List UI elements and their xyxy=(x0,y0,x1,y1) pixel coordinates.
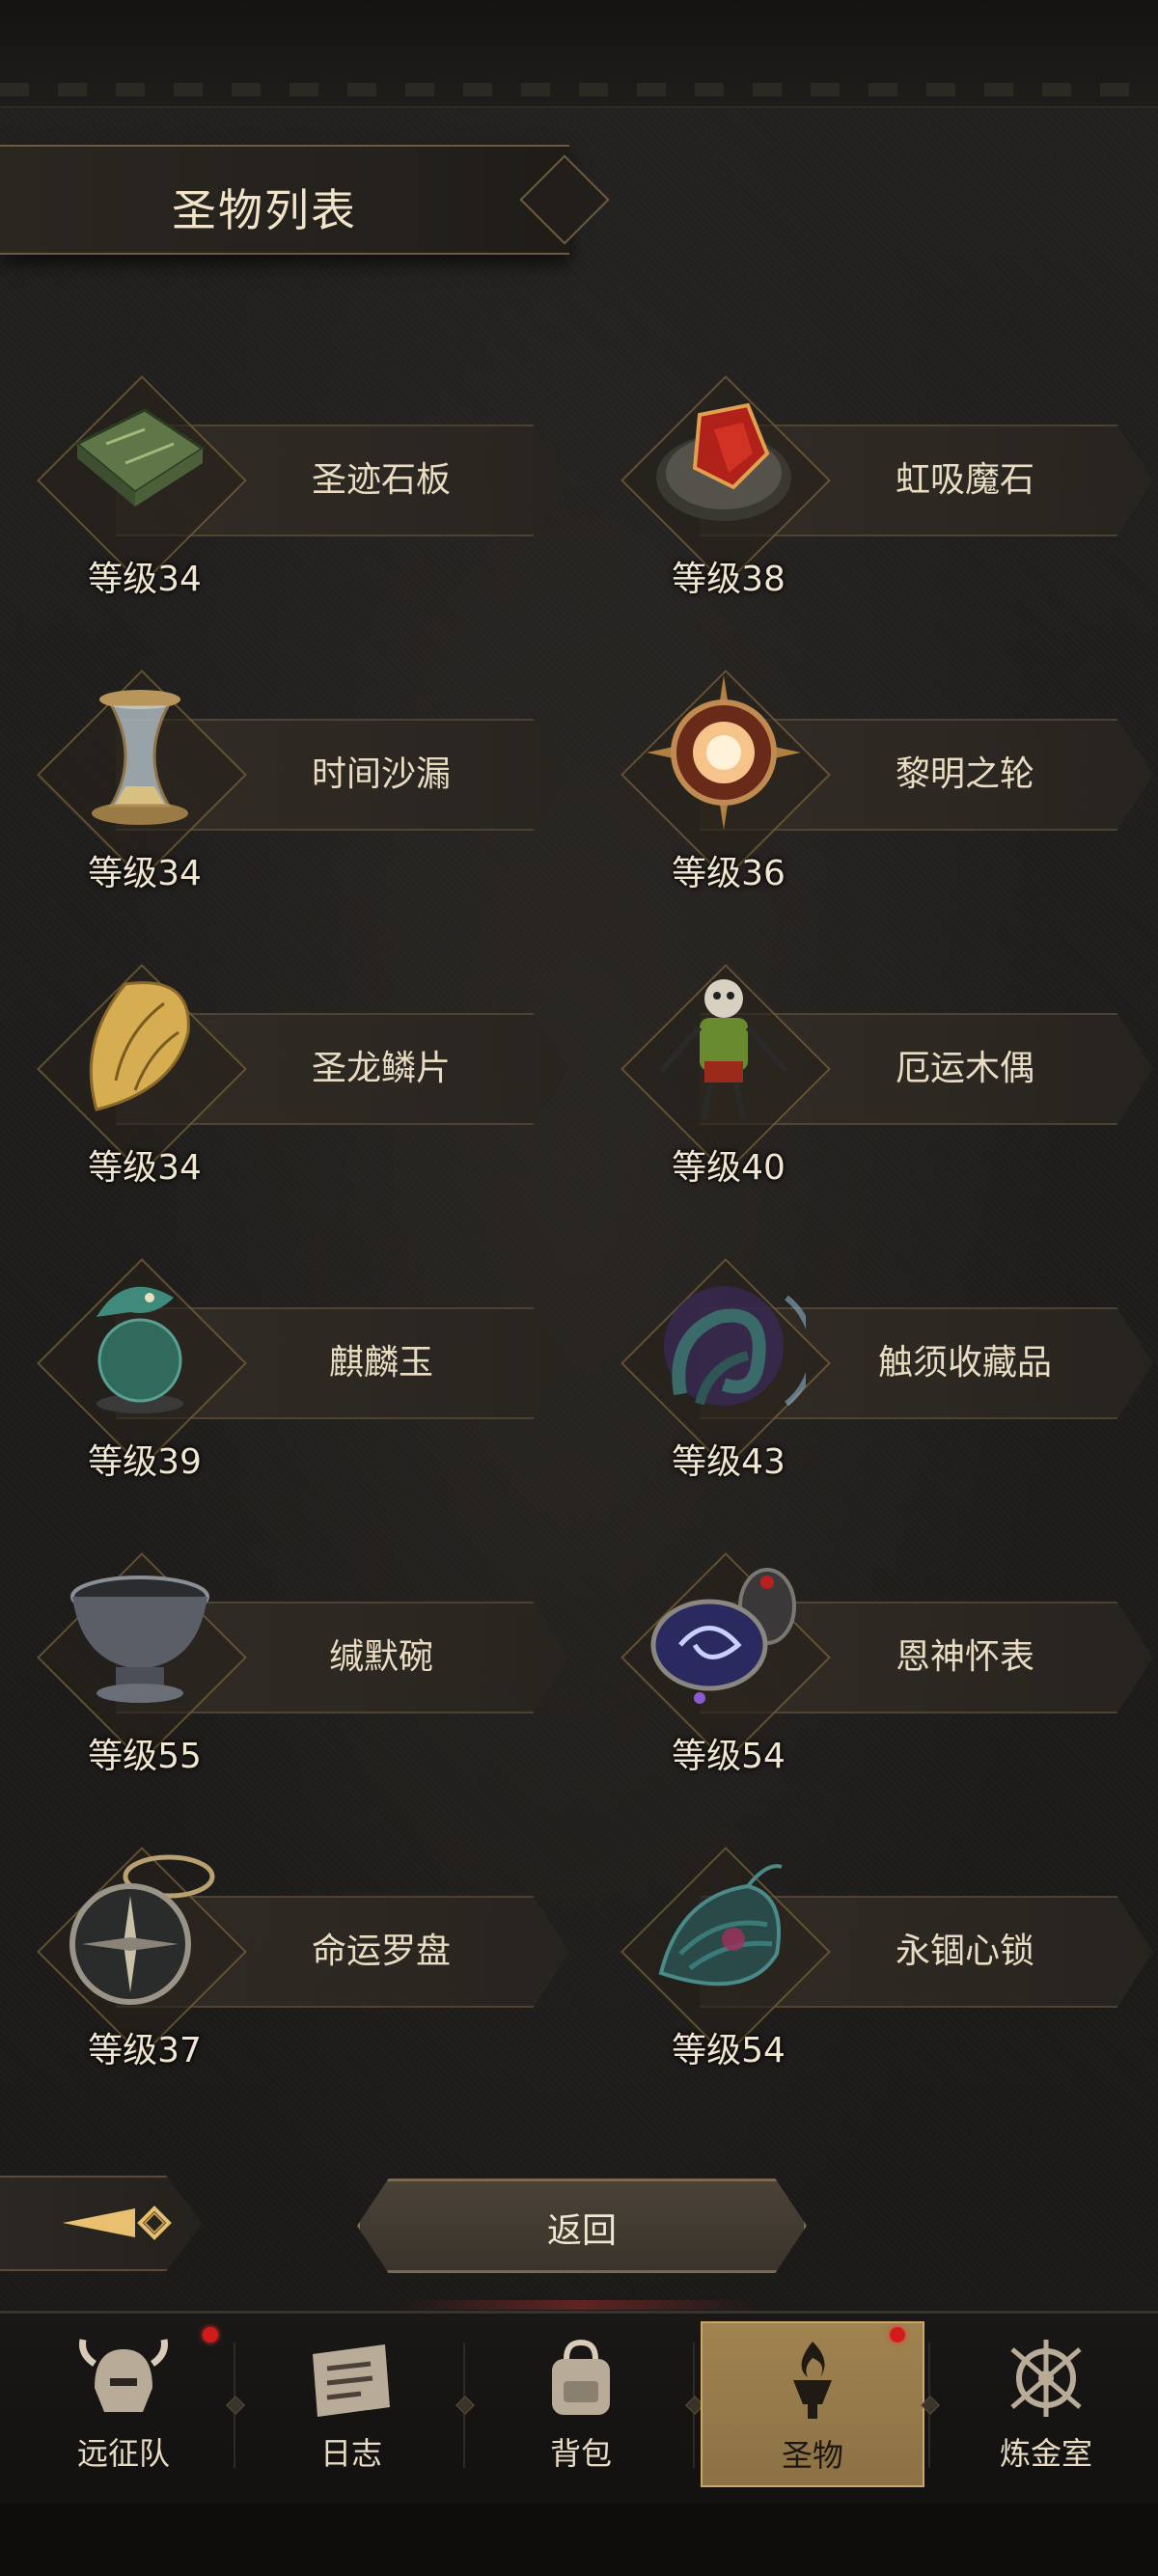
relic-item[interactable]: 虹吸魔石 等级38 xyxy=(613,375,1153,599)
nav-label: 背包 xyxy=(549,2435,612,2472)
arrow-left-icon xyxy=(63,2206,172,2240)
notification-badge xyxy=(890,2327,905,2343)
journal-icon xyxy=(313,2344,390,2417)
alchemy-icon xyxy=(1010,2340,1082,2417)
nav-tab-journal[interactable]: 日志 xyxy=(241,2321,461,2483)
relic-item[interactable]: 时间沙漏 等级34 xyxy=(29,670,569,893)
silent-bowl-icon xyxy=(70,1576,209,1703)
heart-lock-icon xyxy=(658,1864,783,1987)
relic-name: 圣龙鳞片 xyxy=(311,1049,451,1088)
nav-separator xyxy=(234,2343,235,2468)
bottom-nav: 远征队 日志 背包 圣物 炼金室 xyxy=(0,2300,1158,2507)
relic-level: 等级39 xyxy=(88,1442,202,1482)
relic-name: 厄运木偶 xyxy=(895,1049,1034,1088)
relic-name: 永锢心锁 xyxy=(895,1932,1034,1971)
relic-item[interactable]: 恩神怀表 等级54 xyxy=(613,1552,1153,1776)
relic-item[interactable]: 黎明之轮 等级36 xyxy=(613,670,1153,893)
notification-badge xyxy=(203,2327,218,2343)
nav-separator xyxy=(463,2343,465,2468)
relic-level: 等级37 xyxy=(88,2031,202,2070)
relic-item[interactable]: 麒麟玉 等级39 xyxy=(29,1258,569,1482)
nav-label: 圣物 xyxy=(781,2437,843,2474)
nav-label: 日志 xyxy=(319,2435,382,2472)
relic-level: 等级36 xyxy=(672,854,786,893)
relic-level: 等级34 xyxy=(88,854,202,893)
relic-name: 触须收藏品 xyxy=(877,1343,1052,1383)
relic-item[interactable]: 圣龙鳞片 等级34 xyxy=(29,964,569,1188)
nav-label: 炼金室 xyxy=(999,2435,1092,2472)
return-button[interactable]: 返回 xyxy=(357,2179,807,2273)
relic-level: 等级55 xyxy=(88,1737,202,1776)
helmet-icon xyxy=(79,2339,168,2412)
relic-level: 等级43 xyxy=(672,1442,786,1482)
relic-level: 等级40 xyxy=(672,1148,786,1188)
relic-level: 等级54 xyxy=(672,2031,786,2070)
relic-item[interactable]: 缄默碗 等级55 xyxy=(29,1552,569,1776)
page-title: 圣物列表 xyxy=(172,184,357,236)
relic-name: 麒麟玉 xyxy=(328,1343,433,1383)
nav-tab-backpack[interactable]: 背包 xyxy=(471,2321,691,2483)
hourglass-icon xyxy=(92,690,188,825)
relic-level: 等级34 xyxy=(88,560,202,599)
relic-name: 圣迹石板 xyxy=(311,460,451,500)
nav-tab-alchemy[interactable]: 炼金室 xyxy=(936,2321,1156,2483)
backpack-icon xyxy=(552,2339,610,2415)
relic-name: 时间沙漏 xyxy=(311,754,451,794)
nav-tab-relics[interactable]: 圣物 xyxy=(701,2321,924,2487)
relic-name: 虹吸魔石 xyxy=(895,460,1034,500)
nav-separator xyxy=(693,2343,695,2468)
pocket-watch-icon xyxy=(650,1568,796,1704)
stone-tablet-icon xyxy=(74,408,206,507)
top-ornament-band xyxy=(0,0,1158,108)
doom-puppet-icon xyxy=(658,979,789,1120)
dawn-wheel-icon xyxy=(647,675,801,830)
nav-label: 远征队 xyxy=(76,2435,170,2472)
relic-name: 黎明之轮 xyxy=(895,754,1034,794)
siphon-stone-icon xyxy=(656,402,791,521)
relic-name: 命运罗盘 xyxy=(311,1932,451,1971)
title-banner: 圣物列表 xyxy=(0,145,569,255)
collapse-panel-button[interactable] xyxy=(0,2176,203,2271)
dragon-scale-icon xyxy=(89,981,190,1111)
qilin-jade-icon xyxy=(96,1286,183,1413)
relic-torch-icon xyxy=(793,2342,832,2419)
relic-level: 等级38 xyxy=(672,560,786,599)
bottom-band xyxy=(0,2504,1158,2576)
tentacle-collectible-icon xyxy=(664,1286,806,1407)
relic-name: 恩神怀表 xyxy=(895,1637,1034,1677)
nav-separator xyxy=(928,2343,930,2468)
relic-name: 缄默碗 xyxy=(328,1637,433,1677)
fate-compass-icon xyxy=(69,1854,215,2005)
relic-item[interactable]: 厄运木偶 等级40 xyxy=(613,964,1153,1188)
nav-tab-expedition[interactable]: 远征队 xyxy=(14,2321,234,2483)
relic-item[interactable]: 命运罗盘 等级37 xyxy=(29,1847,569,2070)
relic-item[interactable]: 触须收藏品 等级43 xyxy=(613,1258,1153,1482)
relic-level: 等级34 xyxy=(88,1148,202,1188)
return-label: 返回 xyxy=(546,2211,617,2251)
relic-item[interactable]: 永锢心锁 等级54 xyxy=(613,1847,1153,2070)
relic-level: 等级54 xyxy=(672,1737,786,1776)
relic-item[interactable]: 圣迹石板 等级34 xyxy=(29,375,569,599)
